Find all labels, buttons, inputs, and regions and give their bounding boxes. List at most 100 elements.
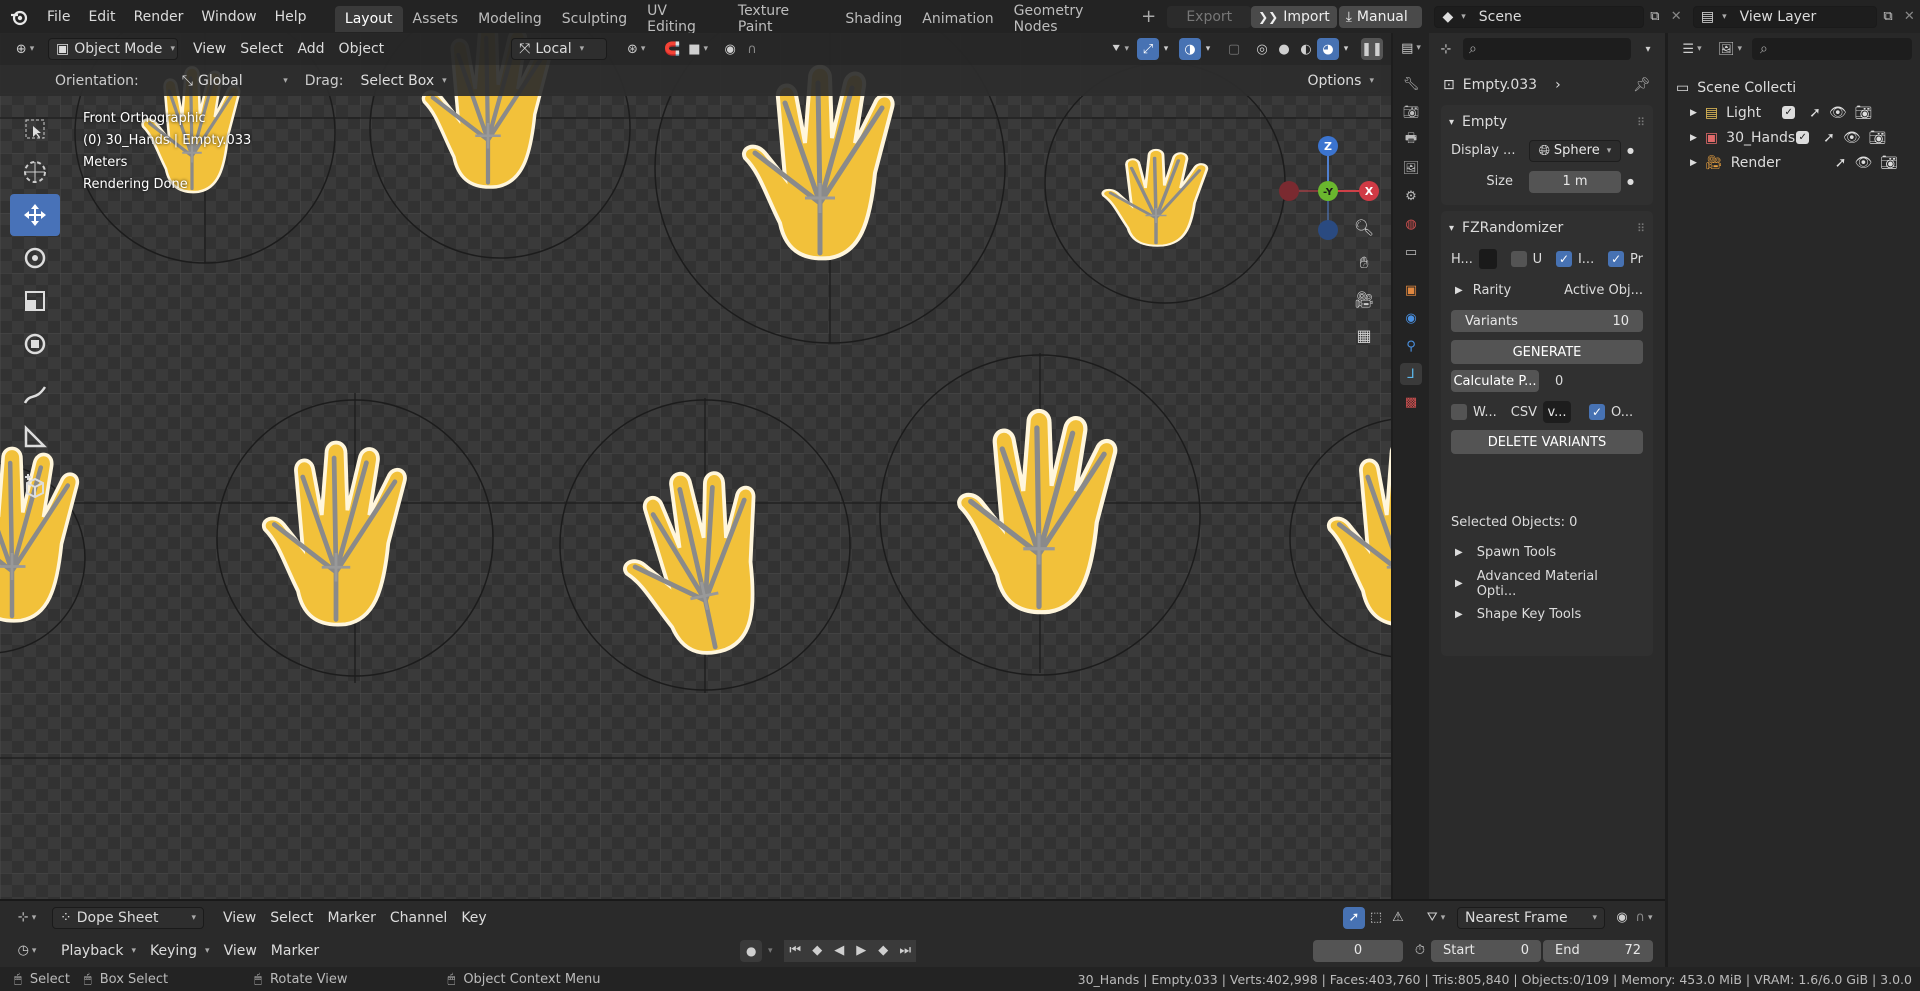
shading-rendered-icon[interactable]: ◕ bbox=[1317, 38, 1339, 60]
pin-icon[interactable]: 📌︎ bbox=[1633, 77, 1651, 93]
chevron-down-icon[interactable]: ▾ bbox=[1339, 38, 1353, 60]
chevron-down-icon[interactable]: ▾ bbox=[1201, 38, 1215, 60]
size-field[interactable]: 1 m bbox=[1529, 170, 1621, 193]
workspace-tab-modeling[interactable]: Modeling bbox=[468, 6, 552, 32]
viewport-menu-select[interactable]: Select bbox=[233, 38, 290, 60]
scene-tab-icon[interactable]: ⚙ bbox=[1400, 185, 1422, 207]
viewport-menu-view[interactable]: View bbox=[186, 38, 233, 60]
new-scene-icon[interactable]: ⧉ bbox=[1644, 6, 1665, 28]
menu-file[interactable]: File bbox=[38, 0, 79, 33]
spawn-tools-section[interactable]: ▶ Spawn Tools bbox=[1441, 537, 1653, 568]
gizmo-toggle-icon[interactable]: ⤢ bbox=[1137, 38, 1159, 60]
scene-selector[interactable]: ◆ ▾ Scene bbox=[1434, 5, 1645, 28]
snap-target-icon[interactable]: ■ ▾ bbox=[683, 38, 713, 60]
o-checkbox[interactable]: ✓ bbox=[1589, 404, 1605, 420]
camera-icon[interactable]: 📷︎ bbox=[1855, 105, 1873, 121]
menu-help[interactable]: Help bbox=[266, 0, 316, 33]
tool-tab-icon[interactable]: 🔧︎ bbox=[1400, 73, 1422, 95]
workspace-tab-texture-paint[interactable]: Texture Paint bbox=[728, 3, 836, 35]
blender-logo-icon[interactable] bbox=[0, 0, 38, 33]
outliner-item-30-hands[interactable]: ▶ ▣ 30_Hands ✓ ➚ 👁︎ 📷︎ bbox=[1676, 125, 1920, 150]
snap-selector[interactable]: Nearest Frame ▾ bbox=[1457, 906, 1605, 929]
falloff-icon[interactable]: ∩ bbox=[741, 38, 763, 60]
timeline-menu-view[interactable]: View bbox=[217, 940, 264, 962]
output-tab-icon[interactable]: 🖶 bbox=[1400, 129, 1422, 151]
data-tab-icon[interactable]: ⅃ bbox=[1400, 363, 1422, 385]
stopwatch-icon[interactable]: ⏱ bbox=[1409, 940, 1431, 962]
physics-tab-icon[interactable]: ◉ bbox=[1400, 307, 1422, 329]
i-checkbox[interactable]: ✓ bbox=[1556, 251, 1572, 267]
next-keyframe-icon[interactable]: ◆ bbox=[872, 939, 895, 962]
h-color-swatch[interactable] bbox=[1478, 249, 1497, 269]
chevron-down-icon[interactable]: ▾ bbox=[1637, 38, 1659, 60]
csv-field[interactable]: v... bbox=[1543, 401, 1571, 423]
filter-icon[interactable]: ⛛ ▾ bbox=[1419, 907, 1453, 929]
scale-tool-icon[interactable] bbox=[10, 280, 60, 322]
drag-selector[interactable]: Select Box ▾ bbox=[353, 70, 453, 92]
advanced-material-section[interactable]: ▶ Advanced Material Opti... bbox=[1441, 568, 1653, 599]
world-tab-icon[interactable]: ◍ bbox=[1400, 213, 1422, 235]
manual-button[interactable]: ⤓ Manual bbox=[1338, 5, 1423, 28]
play-reverse-icon[interactable]: ◀ bbox=[828, 939, 851, 962]
current-frame-field[interactable]: 0 bbox=[1313, 939, 1403, 962]
editor-type-icon[interactable]: ☰ ▾ bbox=[1676, 38, 1708, 60]
proportional-edit-icon[interactable]: ◉ bbox=[1611, 907, 1633, 929]
scene-collection-row[interactable]: ▭ Scene Collecti bbox=[1676, 75, 1920, 100]
proportional-edit-icon[interactable]: ◉ bbox=[719, 38, 741, 60]
transform-orientation-selector[interactable]: ⤧ Local ▾ bbox=[511, 38, 608, 60]
menu-render[interactable]: Render bbox=[125, 0, 193, 33]
display-selector[interactable]: 🌐︎ Sphere ▾ bbox=[1529, 139, 1621, 162]
end-frame-field[interactable]: End 72 bbox=[1543, 939, 1653, 962]
drag-handle-icon[interactable]: ⠿ bbox=[1637, 222, 1645, 235]
generate-button[interactable]: GENERATE bbox=[1451, 340, 1643, 364]
constraints-tab-icon[interactable]: ⚲ bbox=[1400, 335, 1422, 357]
import-button[interactable]: ❯❯ Import bbox=[1251, 5, 1337, 28]
outliner-search-field[interactable]: ⌕ bbox=[1752, 38, 1912, 60]
keyframe-dot-icon[interactable]: ● bbox=[1627, 177, 1634, 186]
prev-keyframe-icon[interactable]: ◆ bbox=[806, 939, 829, 962]
expand-arrow-icon[interactable]: ▶ bbox=[1690, 158, 1697, 168]
workspace-tab-shading[interactable]: Shading bbox=[835, 6, 912, 32]
camera-view-icon[interactable]: 🎥︎ bbox=[1350, 285, 1378, 313]
overlays-toggle-icon[interactable]: ◑ bbox=[1179, 38, 1201, 60]
timeline-menu-marker[interactable]: Marker bbox=[264, 940, 326, 962]
workspace-tab-uv-editing[interactable]: UV Editing bbox=[637, 3, 728, 35]
gizmo-neg-x-axis[interactable] bbox=[1279, 181, 1299, 201]
dope-menu-channel[interactable]: Channel bbox=[383, 907, 454, 929]
start-frame-field[interactable]: Start 0 bbox=[1431, 939, 1541, 962]
shape-key-tools-section[interactable]: ▶ Shape Key Tools bbox=[1441, 599, 1653, 630]
collection-tab-icon[interactable]: ▭ bbox=[1400, 241, 1422, 263]
camera-icon[interactable]: 📷︎ bbox=[1869, 130, 1887, 146]
gizmo-neg-z-axis[interactable] bbox=[1318, 220, 1338, 240]
search-field[interactable]: ⌕ bbox=[1463, 38, 1631, 60]
editor-type-icon[interactable]: ▤ ▾ bbox=[1394, 37, 1428, 59]
camera-icon[interactable]: 📷︎ bbox=[1880, 155, 1898, 171]
view-layer-selector[interactable]: ▤ ▾ View Layer bbox=[1692, 5, 1878, 28]
pan-hand-icon[interactable]: ✋︎ bbox=[1350, 249, 1378, 277]
selectable-arrow-icon[interactable]: ➚ bbox=[1835, 155, 1847, 171]
shading-wireframe-icon[interactable]: ◎ bbox=[1251, 38, 1273, 60]
editor-type-icon[interactable]: ⊹ ▾ bbox=[10, 907, 44, 929]
workspace-tab-geometry-nodes[interactable]: Geometry Nodes bbox=[1004, 3, 1138, 35]
exclude-checkbox[interactable]: ✓ bbox=[1782, 106, 1796, 119]
drag-handle-icon[interactable]: ⠿ bbox=[1637, 116, 1645, 129]
w-checkbox[interactable] bbox=[1451, 404, 1467, 420]
keying-menu[interactable]: Keying ▾ bbox=[143, 940, 217, 962]
export-button[interactable]: Export bbox=[1167, 5, 1252, 28]
rarity-row[interactable]: ▶ Rarity Active Obj... bbox=[1441, 277, 1653, 303]
close-scene-icon[interactable]: ✕ bbox=[1666, 6, 1687, 28]
pivot-icon[interactable]: ⊛ ▾ bbox=[619, 38, 653, 60]
u-checkbox[interactable] bbox=[1510, 251, 1527, 267]
outliner-item-light[interactable]: ▶ ▤ Light ✓ ➚ 👁︎ 📷︎ bbox=[1676, 100, 1920, 125]
ortho-grid-icon[interactable]: ▦ bbox=[1350, 321, 1378, 349]
outliner-item-render[interactable]: ▶ 🎥︎ Render ➚ 👁︎ 📷︎ bbox=[1676, 150, 1920, 175]
dope-menu-view[interactable]: View bbox=[216, 907, 263, 929]
measure-tool-icon[interactable] bbox=[10, 416, 60, 458]
view-object-types-icon[interactable]: ⯆ ▾ bbox=[1103, 38, 1137, 60]
chevron-down-icon[interactable]: ▾ bbox=[1159, 38, 1173, 60]
chevron-down-icon[interactable]: ▾ bbox=[762, 940, 778, 962]
display-mode-icon[interactable]: 🖼︎ ▾ bbox=[1714, 38, 1746, 60]
selectable-arrow-icon[interactable]: ➚ bbox=[1823, 130, 1835, 146]
pause-render-icon[interactable]: ❚❚ bbox=[1361, 38, 1383, 60]
cursor-tool-icon[interactable] bbox=[10, 151, 60, 193]
